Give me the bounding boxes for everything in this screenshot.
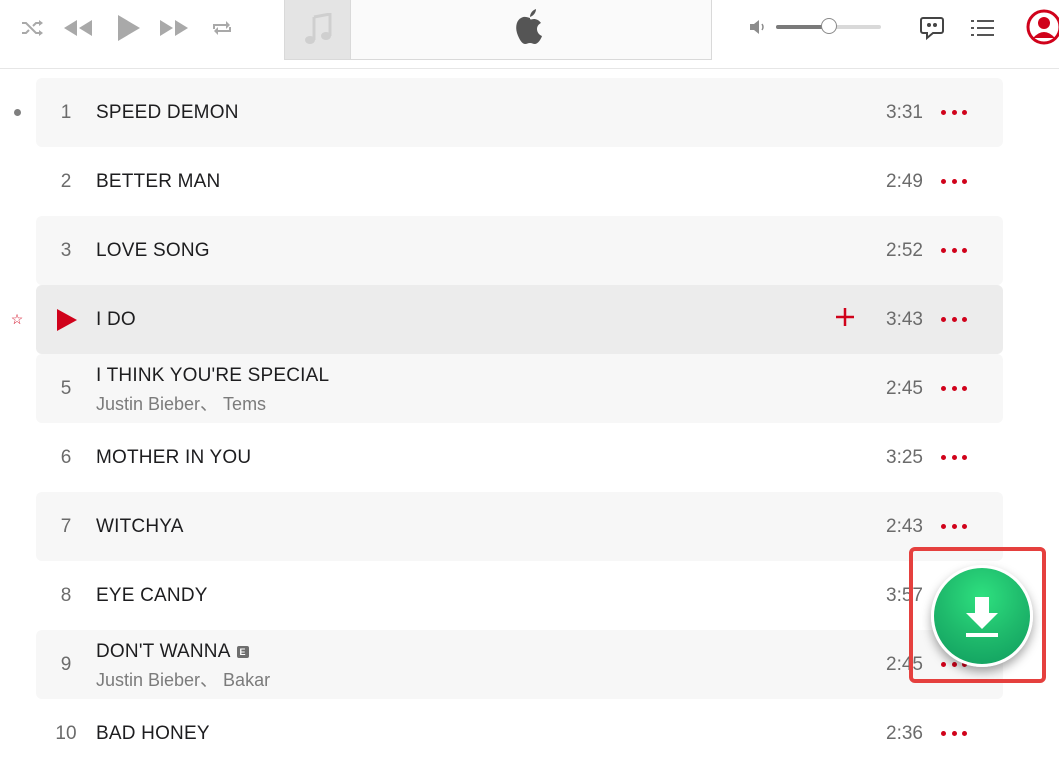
dot-icon bbox=[13, 109, 21, 116]
track-number: 7 bbox=[60, 515, 72, 537]
track-title: MOTHER IN YOU bbox=[96, 447, 252, 468]
apple-logo-icon bbox=[513, 8, 547, 51]
track-row[interactable]: 9 DON'T WANNA E Justin Bieber、 Bakar 2:45 bbox=[36, 630, 1003, 699]
star-icon[interactable]: ☆ bbox=[11, 311, 24, 328]
track-row[interactable]: 5 I THINK YOU'RE SPECIAL Justin Bieber、 … bbox=[36, 354, 1003, 423]
player-toolbar bbox=[0, 0, 1059, 69]
volume-knob[interactable] bbox=[820, 18, 837, 34]
track-number: 1 bbox=[60, 101, 72, 123]
download-button[interactable] bbox=[931, 565, 1033, 667]
marked-indicator bbox=[0, 78, 34, 147]
more-options-icon[interactable] bbox=[941, 309, 967, 329]
track-number: 9 bbox=[60, 653, 72, 675]
track-title: BAD HONEY bbox=[96, 723, 210, 744]
track-duration: 3:43 bbox=[886, 309, 923, 330]
lyrics-icon[interactable] bbox=[918, 14, 946, 42]
user-icon[interactable] bbox=[1026, 9, 1059, 45]
now-playing-panel bbox=[284, 0, 712, 60]
play-track-icon[interactable] bbox=[56, 308, 78, 337]
download-icon bbox=[966, 597, 998, 637]
track-duration: 2:36 bbox=[886, 723, 923, 744]
track-title: BETTER MAN bbox=[96, 171, 221, 192]
track-title: LOVE SONG bbox=[96, 240, 210, 261]
previous-icon[interactable] bbox=[62, 14, 94, 42]
track-number: 3 bbox=[60, 239, 72, 261]
track-number: 2 bbox=[60, 170, 72, 192]
repeat-icon[interactable] bbox=[208, 14, 236, 42]
track-artist: Justin Bieber、 Tems bbox=[96, 394, 267, 414]
track-title: DON'T WANNA bbox=[96, 641, 231, 662]
album-artwork bbox=[285, 0, 351, 59]
music-note-icon bbox=[304, 12, 331, 44]
next-icon[interactable] bbox=[158, 14, 190, 42]
track-row[interactable]: 6 MOTHER IN YOU 3:25 bbox=[36, 423, 1003, 492]
shuffle-icon[interactable] bbox=[18, 14, 46, 42]
track-title: I DO bbox=[96, 309, 136, 330]
track-artist: Justin Bieber、 Bakar bbox=[96, 670, 271, 690]
track-title: I THINK YOU'RE SPECIAL bbox=[96, 365, 330, 386]
more-options-icon[interactable] bbox=[941, 378, 967, 398]
play-icon[interactable] bbox=[114, 14, 142, 42]
more-options-icon[interactable] bbox=[941, 102, 967, 122]
track-title: SPEED DEMON bbox=[96, 102, 239, 123]
add-to-library-icon[interactable] bbox=[833, 305, 857, 329]
track-row[interactable]: 1 SPEED DEMON 3:31 bbox=[13, 78, 1003, 147]
track-number: 5 bbox=[60, 377, 72, 399]
track-duration: 2:49 bbox=[886, 171, 923, 192]
more-options-icon[interactable] bbox=[941, 240, 967, 260]
track-duration: 2:43 bbox=[886, 516, 923, 537]
track-title: EYE CANDY bbox=[96, 585, 208, 606]
track-row[interactable]: 8 EYE CANDY 3:57 bbox=[36, 561, 1003, 630]
more-options-icon[interactable] bbox=[941, 171, 967, 191]
track-row[interactable]: 2 BETTER MAN 2:49 bbox=[36, 147, 1003, 216]
list-icon[interactable] bbox=[969, 14, 997, 42]
more-options-icon[interactable] bbox=[941, 723, 967, 743]
track-duration: 2:52 bbox=[886, 240, 923, 261]
track-number: 6 bbox=[60, 446, 72, 468]
track-title: WITCHYA bbox=[96, 516, 184, 537]
track-duration: 2:45 bbox=[886, 378, 923, 399]
more-options-icon[interactable] bbox=[941, 447, 967, 467]
speaker-icon[interactable] bbox=[748, 18, 768, 41]
favorite-indicator: ☆ bbox=[0, 285, 34, 354]
track-duration: 3:31 bbox=[886, 102, 923, 123]
more-options-icon[interactable] bbox=[941, 516, 967, 536]
track-title-wrap: DON'T WANNA E bbox=[96, 641, 249, 663]
track-duration: 3:25 bbox=[886, 447, 923, 468]
track-row[interactable]: 3 LOVE SONG 2:52 bbox=[36, 216, 1003, 285]
explicit-badge: E bbox=[236, 646, 249, 658]
track-row[interactable]: 7 WITCHYA 2:43 bbox=[36, 492, 1003, 561]
volume-slider[interactable] bbox=[776, 18, 881, 34]
track-row-current[interactable]: ☆ I DO 3:43 bbox=[11, 285, 1003, 354]
track-number: 8 bbox=[60, 584, 72, 606]
